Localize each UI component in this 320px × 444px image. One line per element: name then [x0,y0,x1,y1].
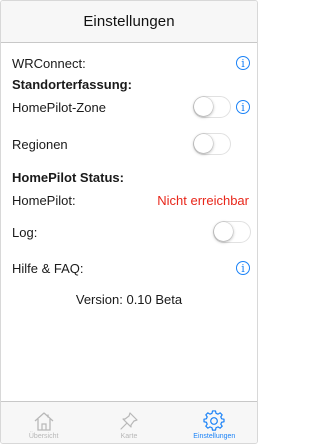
standort-heading: Standorterfassung: [12,76,132,92]
homepilot-zone-info-icon[interactable]: i [236,100,250,114]
regionen-label: Regionen [12,136,68,152]
status-heading-row: HomePilot Status: [1,165,257,189]
help-label: Hilfe & FAQ: [12,260,84,276]
app-window: Einstellungen WRConnect: i Standorterfas… [0,0,258,444]
navigation-bar: Einstellungen [1,1,257,43]
homepilot-status-value: Nicht erreichbar [157,192,249,208]
regionen-toggle[interactable] [193,133,231,155]
help-row[interactable]: Hilfe & FAQ: i [1,256,257,280]
version-label: Version: 0.10 Beta [75,292,183,307]
wrconnect-info-icon[interactable]: i [236,56,250,70]
homepilot-label: HomePilot: [12,192,76,208]
pin-icon [120,412,138,430]
standort-heading-row: Standorterfassung: [1,72,257,96]
log-row: Log: [1,220,257,244]
tab-bar: Übersicht Karte Einstellungen [1,401,257,443]
help-info-icon[interactable]: i [236,261,250,275]
house-icon [34,412,54,431]
regionen-row: Regionen [1,132,257,156]
tab-einstellungen-label: Einstellungen [193,433,236,440]
homepilot-zone-label: HomePilot-Zone [12,99,106,115]
toggle-knob [214,222,233,241]
tab-karte-label: Karte [120,433,138,440]
page-title: Einstellungen [83,13,175,30]
toggle-knob [194,97,213,116]
tab-karte[interactable]: Karte [86,402,171,443]
log-label: Log: [12,224,38,240]
homepilot-zone-row: HomePilot-Zone i [1,95,257,119]
status-heading: HomePilot Status: [12,169,124,185]
gear-icon [203,410,225,431]
homepilot-status-row: HomePilot: Nicht erreichbar [1,188,257,212]
tab-uebersicht-label: Übersicht [28,433,59,440]
homepilot-zone-toggle[interactable] [193,96,231,118]
tab-uebersicht[interactable]: Übersicht [1,402,86,443]
log-toggle[interactable] [213,221,251,243]
wrconnect-label: WRConnect: [12,55,86,71]
tab-einstellungen[interactable]: Einstellungen [172,402,257,443]
toggle-knob [194,134,213,153]
